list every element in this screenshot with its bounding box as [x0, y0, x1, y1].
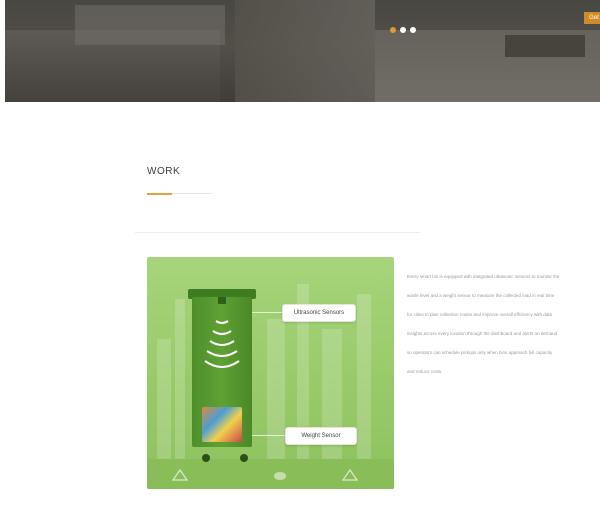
hero-banner [5, 0, 600, 102]
description-text: Every smart bin is equipped with integra… [407, 267, 600, 381]
hero-cta-button[interactable]: Get [584, 12, 600, 24]
sensor-icon [218, 297, 226, 304]
bin-wheel [240, 454, 248, 462]
ultrasonic-waves-icon [204, 320, 240, 368]
divider [135, 232, 420, 233]
slider-dot-3[interactable] [410, 27, 416, 33]
connector-line [252, 312, 282, 313]
connector-line [252, 435, 285, 436]
description-line: Every smart bin is equipped with integra… [407, 274, 560, 279]
description-line: and reduce costs. [407, 369, 443, 374]
smart-bin-illustration: Ultrasonic Sensors Weight Sensor [147, 257, 394, 489]
section-title: WORK [147, 166, 181, 177]
ultrasonic-sensors-label: Ultrasonic Sensors [282, 304, 356, 322]
bin-wheel [202, 454, 210, 462]
recycle-icon [172, 469, 188, 481]
hero-overlay [5, 0, 600, 102]
slider-dot-1[interactable] [390, 27, 396, 33]
title-underline-accent [147, 193, 172, 195]
title-underline [172, 193, 212, 194]
description-line: insights across every location through t… [407, 331, 558, 336]
trash-contents [202, 407, 242, 442]
recycle-icon [342, 469, 358, 481]
slider-dots [390, 27, 416, 33]
building-silhouette [357, 294, 371, 459]
slider-dot-2[interactable] [400, 27, 406, 33]
description-line: for cities to plan collection routes and… [407, 312, 552, 317]
description-line: so operators can schedule pickups only w… [407, 350, 553, 355]
building-silhouette [157, 339, 171, 459]
building-silhouette [267, 319, 285, 459]
description-line: waste level and a weight sensor to measu… [407, 293, 555, 298]
building-silhouette [175, 299, 185, 459]
weight-sensor-label: Weight Sensor [285, 427, 357, 445]
page: Get WORK Ultrasonic Sensors Weight Senso… [0, 0, 600, 514]
leaf-icon [274, 472, 286, 480]
